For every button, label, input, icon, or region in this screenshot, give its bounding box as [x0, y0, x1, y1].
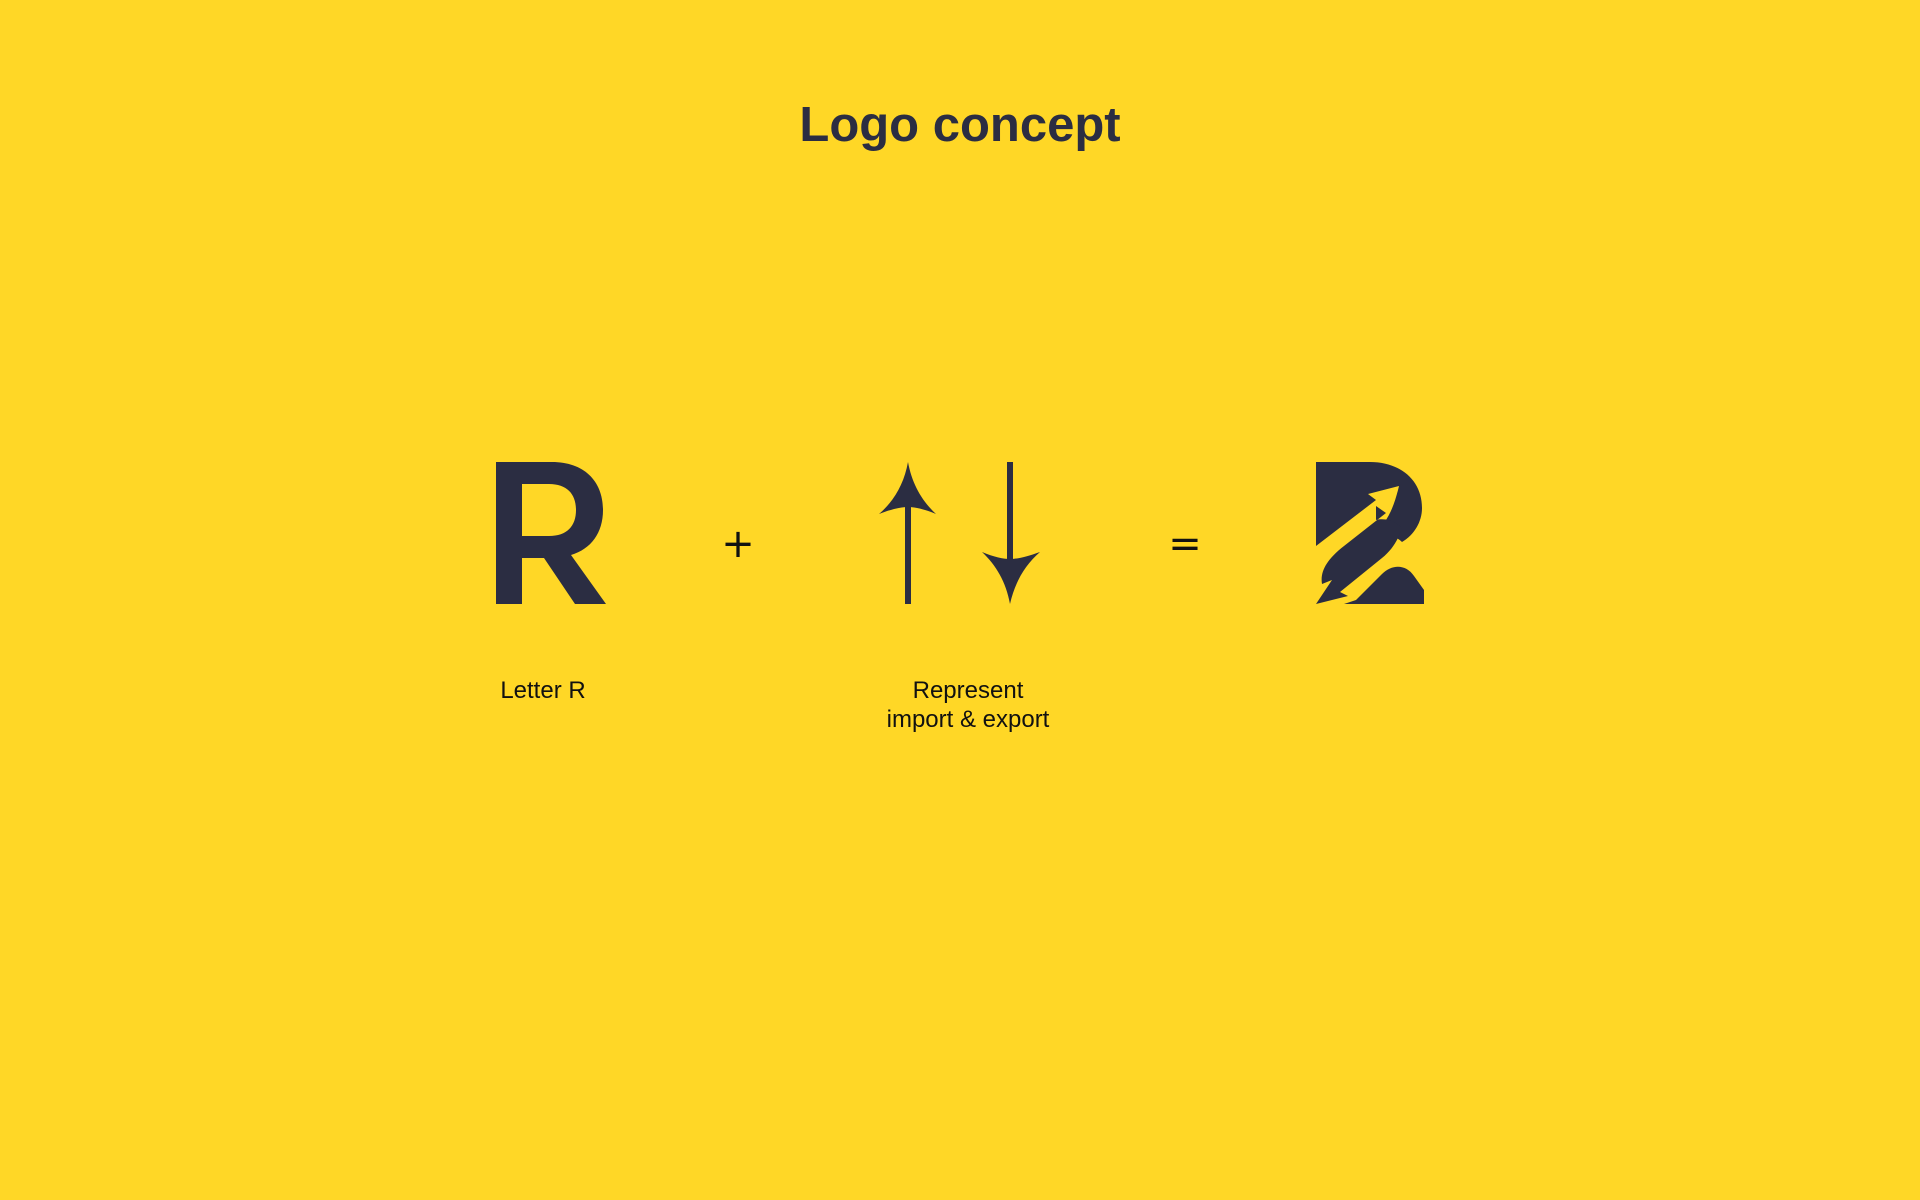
- combined-r-arrow-logo-icon: [1316, 462, 1424, 604]
- caption-import-export: Represent import & export: [868, 676, 1068, 734]
- page-title: Logo concept: [799, 98, 1121, 152]
- caption-line: import & export: [886, 706, 1050, 733]
- caption-line: Letter R: [500, 677, 586, 704]
- caption-letter-r: Letter R: [443, 676, 643, 705]
- up-arrow-icon: [879, 462, 936, 604]
- plus-operator: +: [721, 521, 755, 567]
- down-arrow-icon: [982, 462, 1040, 604]
- logo-concept-board: Logo concept + = Letter R Represent impo…: [0, 0, 1920, 1200]
- letter-r-icon: [496, 462, 606, 604]
- up-down-arrows-icon: [879, 462, 1040, 604]
- caption-line: Represent: [912, 677, 1024, 704]
- equals-operator: =: [1168, 521, 1202, 567]
